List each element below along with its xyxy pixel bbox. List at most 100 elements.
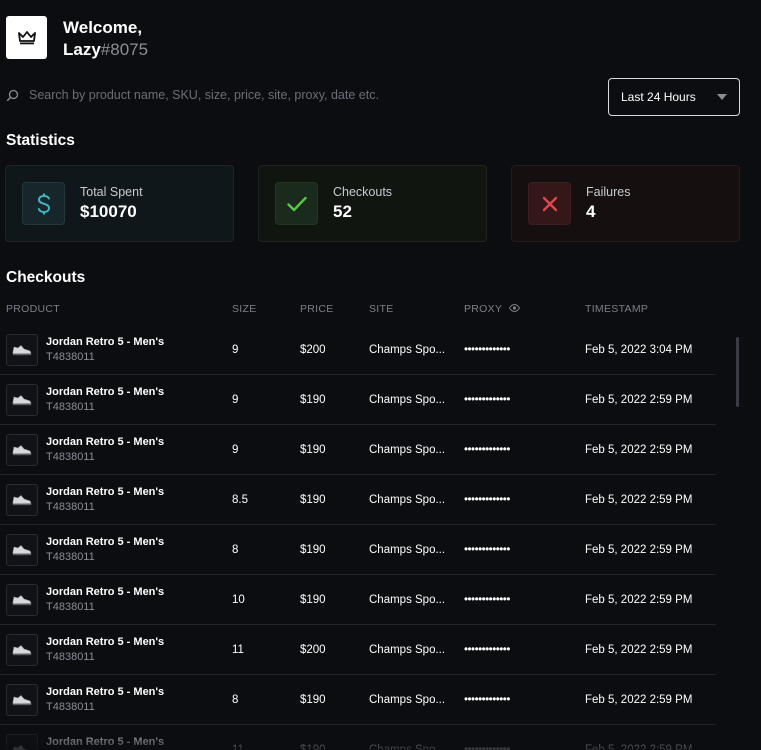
eye-icon[interactable]: [509, 304, 520, 312]
cell-timestamp: Feb 5, 2022 2:59 PM: [585, 644, 693, 656]
cell-site: Champs Spo...: [369, 694, 446, 706]
dollar-icon: [37, 193, 50, 214]
table-scrollbar[interactable]: [736, 337, 739, 407]
sneaker-icon: [12, 495, 32, 506]
product-sku: T4838011: [46, 601, 95, 613]
product-thumbnail: [6, 384, 38, 416]
table-row[interactable]: Jordan Retro 5 - Men's T4838011 11 $200 …: [0, 625, 716, 675]
x-icon: [542, 196, 557, 211]
cell-timestamp: Feb 5, 2022 2:59 PM: [585, 444, 693, 456]
cell-site: Champs Spo...: [369, 644, 446, 656]
cell-price: $190: [300, 694, 326, 706]
stat-card-checkouts: Checkouts 52: [258, 165, 487, 242]
cell-proxy: •••••••••••••: [464, 444, 510, 456]
cell-timestamp: Feb 5, 2022 2:59 PM: [585, 744, 693, 750]
sneaker-icon: [12, 645, 32, 656]
product-name: Jordan Retro 5 - Men's: [46, 636, 165, 648]
sneaker-icon: [13, 745, 28, 750]
column-header-timestamp[interactable]: TIMESTAMP: [585, 303, 648, 315]
sneaker-icon: [12, 445, 32, 456]
product-sku: T4838011: [46, 651, 95, 663]
table-row[interactable]: Jordan Retro 5 - Men's T4838011 9 $200 C…: [0, 325, 716, 375]
product-name: Jordan Retro 5 - Men's: [46, 386, 165, 398]
search-icon: [6, 89, 19, 101]
column-header-price[interactable]: PRICE: [300, 303, 334, 315]
product-name: Jordan Retro 5 - Men's: [46, 336, 165, 348]
product-sku: T4838011: [46, 501, 95, 513]
cell-timestamp: Feb 5, 2022 2:59 PM: [585, 594, 693, 606]
search-bar: [6, 88, 449, 102]
table-header: PRODUCT SIZE PRICE SITE PROXY TIMESTAMP: [0, 303, 716, 317]
table-row[interactable]: Jordan Retro 5 - Men's T4838011 8 $190 C…: [0, 675, 716, 725]
cell-price: $190: [300, 494, 326, 506]
cell-price: $190: [300, 744, 326, 750]
cell-proxy: •••••••••••••: [464, 694, 510, 706]
cell-size: 11: [232, 744, 244, 750]
caret-down-icon: [717, 94, 727, 100]
stat-label: Failures: [586, 185, 631, 199]
product-name: Jordan Retro 5 - Men's: [46, 436, 165, 448]
cell-site: Champs Spo...: [369, 444, 446, 456]
checkouts-table-body: Jordan Retro 5 - Men's T4838011 9 $200 C…: [0, 325, 716, 750]
cell-size: 9: [232, 344, 239, 356]
cell-size: 8: [232, 544, 239, 556]
cell-timestamp: Feb 5, 2022 2:59 PM: [585, 394, 693, 406]
table-row[interactable]: Jordan Retro 5 - Men's T4838011 9 $190 C…: [0, 425, 716, 475]
app-logo: [6, 16, 47, 59]
product-name: Jordan Retro 5 - Men's: [46, 486, 165, 498]
table-row[interactable]: Jordan Retro 5 - Men's T4838011 8 $190 C…: [0, 525, 716, 575]
cell-timestamp: Feb 5, 2022 3:04 PM: [585, 344, 693, 356]
welcome-text: Welcome,: [63, 18, 143, 37]
table-row[interactable]: Jordan Retro 5 - Men's T4838011 9 $190 C…: [0, 375, 716, 425]
product-name: Jordan Retro 5 - Men's: [46, 536, 165, 548]
product-thumbnail: [6, 484, 38, 516]
cell-price: $190: [300, 544, 326, 556]
cell-size: 8.5: [232, 494, 248, 506]
cell-proxy: •••••••••••••: [464, 544, 510, 556]
table-row[interactable]: Jordan Retro 5 - Men's T4838011 8.5 $190…: [0, 475, 716, 525]
dollar-icon-box: [22, 182, 65, 225]
time-range-dropdown[interactable]: Last 24 Hours: [608, 78, 740, 116]
product-thumbnail: [6, 634, 38, 666]
username: Lazy: [63, 40, 101, 59]
stat-value: 4: [586, 202, 596, 221]
product-name: Jordan Retro 5 - Men's: [46, 586, 165, 598]
cell-size: 10: [232, 594, 245, 606]
column-header-proxy[interactable]: PROXY: [464, 303, 502, 315]
stat-value: 52: [333, 202, 352, 221]
table-row[interactable]: Jordan Retro 5 - Men's T4838011 10 $190 …: [0, 575, 716, 625]
product-thumbnail: [6, 534, 38, 566]
cell-proxy: •••••••••••••: [464, 394, 510, 406]
table-row[interactable]: Jordan Retro 5 - Men's T4838011 11 $190 …: [0, 725, 716, 750]
column-header-site[interactable]: SITE: [369, 303, 394, 315]
time-range-value: Last 24 Hours: [621, 90, 696, 104]
sneaker-icon: [12, 345, 32, 356]
checkouts-title: Checkouts: [6, 269, 86, 286]
search-input[interactable]: [29, 88, 449, 102]
product-name: Jordan Retro 5 - Men's: [46, 736, 165, 748]
column-header-product[interactable]: PRODUCT: [6, 303, 60, 315]
cell-timestamp: Feb 5, 2022 2:59 PM: [585, 694, 693, 706]
header: Welcome, Lazy#8075: [6, 16, 148, 61]
cell-size: 9: [232, 444, 239, 456]
cell-proxy: •••••••••••••: [464, 744, 510, 750]
check-icon: [286, 196, 307, 211]
product-sku: T4838011: [46, 701, 95, 713]
column-header-size[interactable]: SIZE: [232, 303, 257, 315]
sneaker-icon: [12, 695, 32, 706]
product-thumbnail: [6, 434, 38, 466]
cell-price: $200: [300, 344, 326, 356]
cell-site: Champs Spo...: [369, 494, 446, 506]
cell-proxy: •••••••••••••: [464, 594, 510, 606]
user-handle: Lazy#8075: [63, 39, 148, 61]
product-sku: T4838011: [46, 351, 95, 363]
cell-price: $190: [300, 394, 326, 406]
sneaker-icon: [12, 545, 32, 556]
stat-card-total-spent: Total Spent $10070: [5, 165, 234, 242]
cell-site: Champs Spo...: [369, 394, 446, 406]
cell-site: Champs Spo...: [369, 744, 446, 750]
cell-size: 8: [232, 694, 239, 706]
cell-timestamp: Feb 5, 2022 2:59 PM: [585, 544, 693, 556]
sneaker-icon: [12, 595, 32, 606]
product-thumbnail: [6, 684, 38, 716]
